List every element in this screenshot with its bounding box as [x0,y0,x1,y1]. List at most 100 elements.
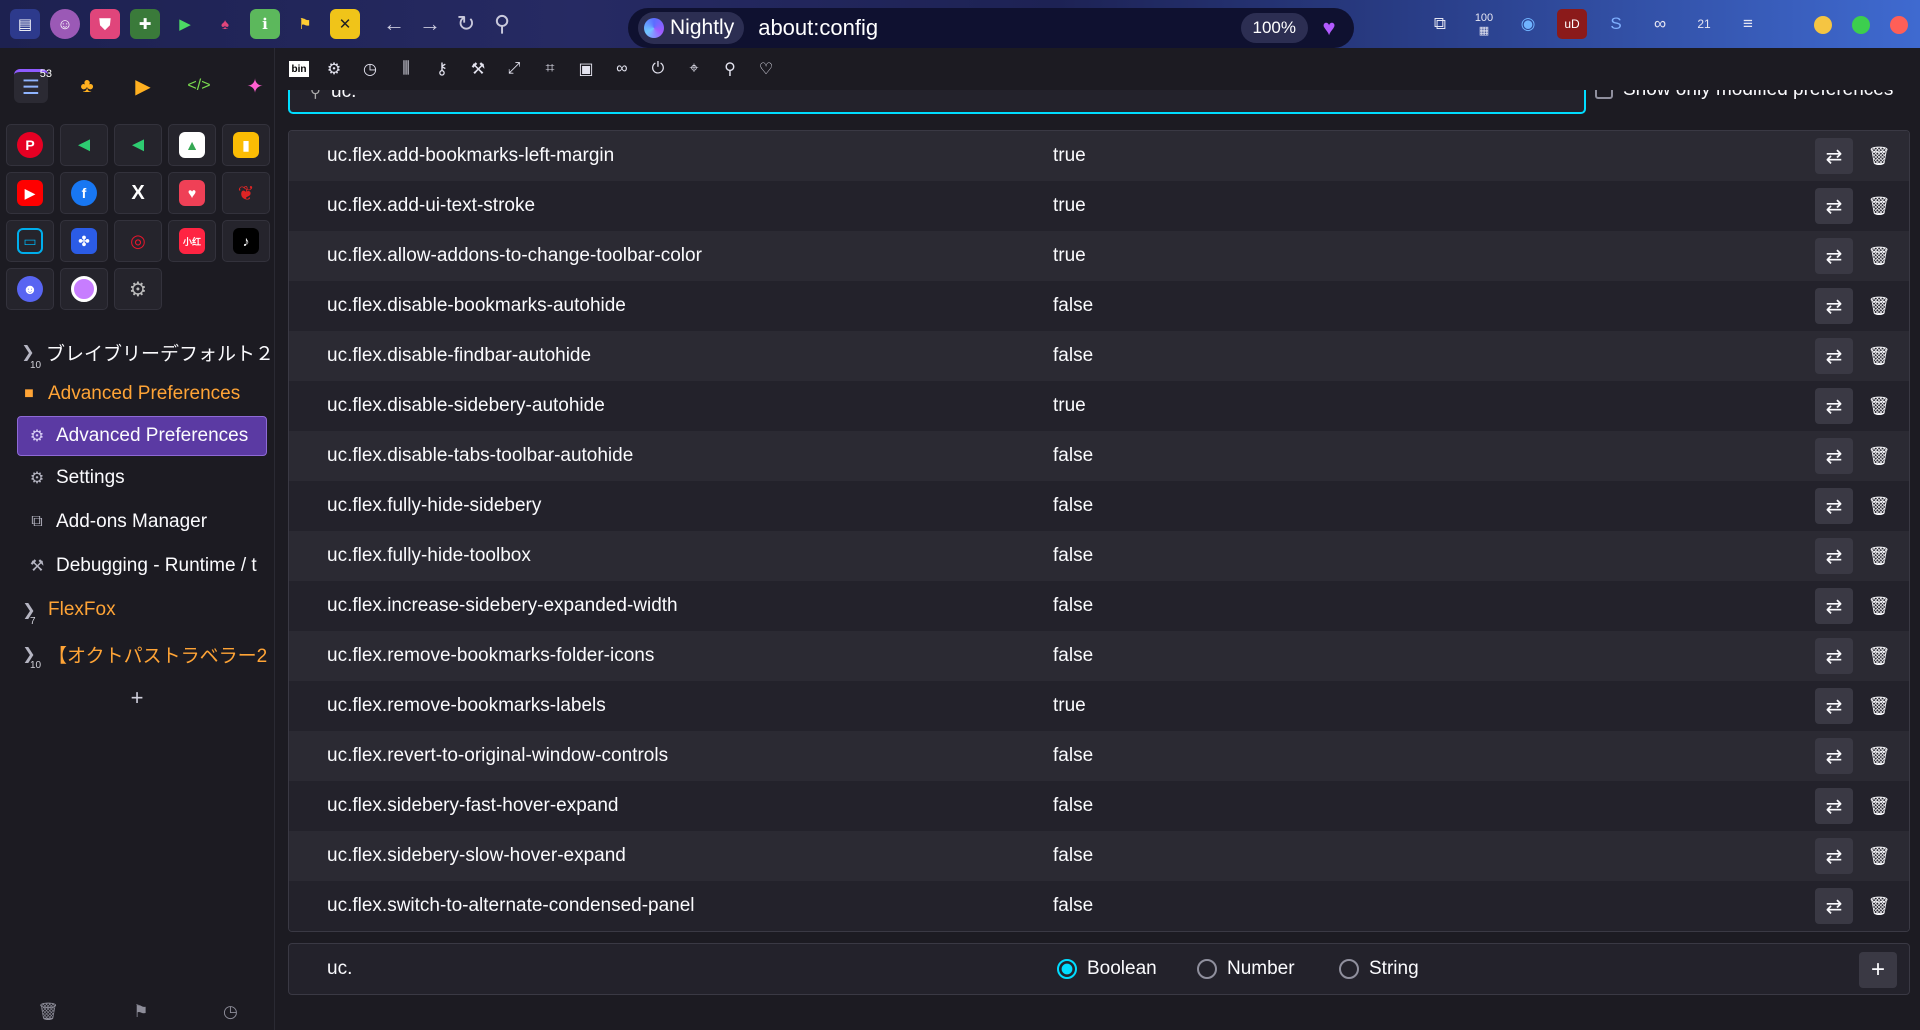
cat-panel-icon[interactable]: ♣ [70,69,104,103]
pinned-tab[interactable]: ✤ [60,220,108,262]
toggle-icon[interactable]: ⇄ [1815,638,1853,674]
pinned-tab[interactable]: ▶ [6,172,54,214]
key-icon[interactable]: ⚷ [431,58,453,80]
delete-icon[interactable]: 🗑 [1861,388,1897,424]
url-bar[interactable]: Nightly about:config 100% ♥ [628,8,1354,48]
add-button[interactable]: + [1859,952,1897,988]
library-icon[interactable]: ⫼ [395,58,417,80]
tabs-panel-icon[interactable]: ☰ 53 [14,68,52,103]
play-store-icon[interactable]: ▶ [170,9,200,39]
pinned-tab[interactable]: ⚙ [114,268,162,310]
pinned-tab[interactable]: X [114,172,162,214]
pref-row[interactable]: uc.flex.sidebery-slow-hover-expand false ⇄… [289,831,1909,881]
minimize-button[interactable] [1814,16,1832,34]
tab-group-bravely[interactable]: ❯ 10 ブレイブリーデフォルト２ [0,332,274,372]
pref-row[interactable]: uc.flex.remove-bookmarks-labels true ⇄ 🗑 [289,681,1909,731]
radio-dot[interactable] [1339,959,1359,979]
toggle-icon[interactable]: ⇄ [1815,838,1853,874]
pref-row[interactable]: uc.flex.disable-bookmarks-autohide false ⇄… [289,281,1909,331]
fullscreen-icon[interactable]: ⤢ [503,58,525,80]
back-button[interactable]: ← [376,8,412,40]
power-icon[interactable]: ⏻ [647,58,669,80]
url-text[interactable]: about:config [758,15,878,41]
maximize-button[interactable] [1852,16,1870,34]
new-tab-button[interactable]: + [0,676,274,720]
pref-row[interactable]: uc.flex.fully-hide-toolbox false ⇄ 🗑 [289,531,1909,581]
toggle-icon[interactable]: ⇄ [1815,488,1853,524]
pref-row[interactable]: uc.flex.fully-hide-sidebery false ⇄ 🗑 [289,481,1909,531]
extension-purple-icon[interactable]: ☺ [50,9,80,39]
extensions-puzzle-icon[interactable]: ⧉ [1425,9,1455,39]
maps-icon[interactable]: ⚑ [290,9,320,39]
extension-green-icon[interactable]: ℹ [250,9,280,39]
tab-group-flexfox[interactable]: ❯ 7 FlexFox [0,588,274,632]
tab-group-advanced-preferences[interactable]: ■ Advanced Preferences [0,372,274,416]
delete-icon[interactable]: 🗑 [1861,338,1897,374]
badge-extension-icon[interactable]: 100 ▦ [1469,9,1499,39]
ublock-icon[interactable]: uD [1557,9,1587,39]
delete-icon[interactable]: 🗑 [1861,288,1897,324]
infinity-icon[interactable]: ∞ [611,58,633,80]
history-icon[interactable]: ◷ [223,1002,238,1022]
gear-icon[interactable]: ⚙ [323,58,345,80]
translate-icon[interactable]: ⚲ [719,58,741,80]
delete-icon[interactable]: 🗑 [1861,838,1897,874]
bin-icon[interactable]: bin [289,61,309,77]
pref-row[interactable]: uc.flex.disable-findbar-autohide false ⇄ 🗑 [289,331,1909,381]
wrench-icon[interactable]: ⚒ [467,58,489,80]
pref-row[interactable]: uc.flex.sidebery-fast-hover-expand false ⇄… [289,781,1909,831]
pocket-icon[interactable]: ♡ [755,58,777,80]
forward-button[interactable]: → [412,8,448,40]
tab-debugging[interactable]: ⚒ Debugging - Runtime / t [0,544,274,588]
menu-icon[interactable]: ≡ [1733,9,1763,39]
play-panel-icon[interactable]: ▶ [126,69,160,103]
pinned-tab[interactable]: ▭ [6,220,54,262]
pinned-tab[interactable]: 小红 [168,220,216,262]
pref-row[interactable]: uc.flex.disable-sidebery-autohide true ⇄ 🗑 [289,381,1909,431]
delete-icon[interactable]: 🗑 [1861,188,1897,224]
tab-advanced-preferences[interactable]: ⚙ Advanced Preferences [17,416,267,456]
pinned-tab[interactable]: ◄ [114,124,162,166]
type-number-radio[interactable]: Number [1197,958,1295,980]
toggle-icon[interactable]: ⇄ [1815,888,1853,924]
pinned-tab[interactable]: ◎ [114,220,162,262]
playstation-icon[interactable]: ♠ [210,9,240,39]
pinned-tab[interactable]: P [6,124,54,166]
toggle-icon[interactable]: ⇄ [1815,588,1853,624]
delete-icon[interactable]: 🗑 [1861,738,1897,774]
toggle-icon[interactable]: ⇄ [1815,538,1853,574]
crop-icon[interactable]: ⌖ [683,58,705,80]
pinned-tab[interactable]: ❦ [222,172,270,214]
delete-icon[interactable]: 🗑 [1861,488,1897,524]
delete-icon[interactable]: 🗑 [1861,688,1897,724]
delete-icon[interactable]: 🗑 [1861,638,1897,674]
delete-icon[interactable]: 🗑 [1861,438,1897,474]
extension-puzzle-icon[interactable]: ✚ [130,9,160,39]
toggle-icon[interactable]: ⇄ [1815,438,1853,474]
radio-dot[interactable] [1057,959,1077,979]
type-string-radio[interactable]: String [1339,958,1419,980]
pinned-tab[interactable]: ▲ [168,124,216,166]
bookmark-icon[interactable]: ⚑ [133,1002,148,1022]
tab-settings[interactable]: ⚙ Settings [0,456,274,500]
sidebar-toggle-icon[interactable]: ▤ [10,9,40,39]
pinned-tab[interactable]: ◄ [60,124,108,166]
toggle-icon[interactable]: ⇄ [1815,388,1853,424]
pref-row[interactable]: uc.flex.add-ui-text-stroke true ⇄ 🗑 [289,181,1909,231]
zoom-button[interactable]: 100% [1240,13,1308,43]
window-icon[interactable]: ▣ [575,58,597,80]
delete-icon[interactable]: 🗑 [1861,888,1897,924]
pref-row[interactable]: uc.flex.remove-bookmarks-folder-icons fal… [289,631,1909,681]
glasses-extension-icon[interactable]: ∞ [1645,9,1675,39]
delete-icon[interactable]: 🗑 [1861,238,1897,274]
type-boolean-radio[interactable]: Boolean [1057,958,1157,980]
delete-icon[interactable]: 🗑 [1861,538,1897,574]
delete-icon[interactable]: 🗑 [1861,788,1897,824]
code-panel-icon[interactable]: </> [182,69,216,103]
pref-row[interactable]: uc.flex.increase-sidebery-expanded-width… [289,581,1909,631]
toggle-icon[interactable]: ⇄ [1815,788,1853,824]
toggle-icon[interactable]: ⇄ [1815,338,1853,374]
toggle-icon[interactable]: ⇄ [1815,138,1853,174]
delete-icon[interactable]: 🗑 [1861,138,1897,174]
search-icon[interactable]: ⚲ [484,8,520,40]
